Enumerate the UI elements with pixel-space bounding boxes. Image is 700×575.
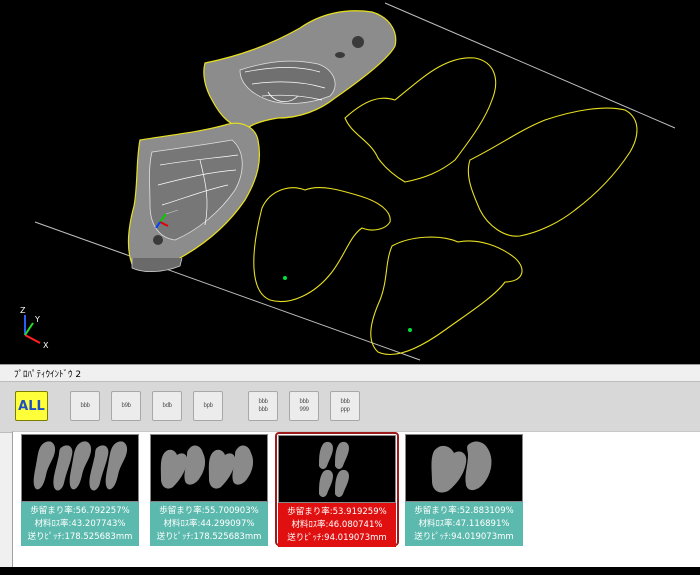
origin-marker [283, 276, 287, 280]
result-info: 歩留まり率:52.883109% 材料ﾛｽ率:47.116891% 送りﾋﾟｯﾁ… [405, 502, 523, 546]
result-card-4[interactable]: 歩留まり率:52.883109% 材料ﾛｽ率:47.116891% 送りﾋﾟｯﾁ… [405, 434, 523, 546]
layout-pattern-4-icon: bpb [203, 402, 213, 409]
3d-cad-viewport[interactable]: Z Y X [0, 0, 700, 364]
yield-rate-text: 歩留まり率:52.883109% [414, 506, 514, 516]
layout-grid-3-icon: bbb ppp [340, 398, 350, 413]
result-card-2[interactable]: 歩留まり率:55.700903% 材料ﾛｽ率:44.299097% 送りﾋﾟｯﾁ… [150, 434, 268, 546]
layout-pattern-2-icon: b9b [121, 402, 131, 409]
layout-pattern-1-icon: bbb [80, 402, 90, 409]
property-window-title: ﾌﾟﾛﾊﾟﾃｨｳｲﾝﾄﾞｳ 2 [14, 370, 82, 380]
result-info: 歩留まり率:55.700903% 材料ﾛｽ率:44.299097% 送りﾋﾟｯﾁ… [150, 502, 268, 546]
feed-pitch-text: 送りﾋﾟｯﾁ:178.525683mm [27, 532, 133, 542]
result-thumbnail [21, 434, 139, 502]
yield-rate-text: 歩留まり率:56.792257% [30, 506, 130, 516]
layout-pattern-3-button[interactable]: bdb [152, 391, 182, 421]
material-loss-text: 材料ﾛｽ率:43.207743% [34, 519, 126, 529]
plane-edge-line [384, 2, 676, 129]
material-loss-text: 材料ﾛｽ率:47.116891% [418, 519, 510, 529]
property-window: ﾌﾟﾛﾊﾟﾃｨｳｲﾝﾄﾞｳ 2 ALL bbb b9b bdb bpb bbb … [0, 364, 700, 575]
plane-edge-line [34, 221, 421, 361]
nesting-results-list: 歩留まり率:56.792257% 材料ﾛｽ率:43.207743% 送りﾋﾟｯﾁ… [12, 431, 700, 568]
origin-marker [408, 328, 412, 332]
layout-grid-2-button[interactable]: bbb 999 [289, 391, 319, 421]
layout-grid-2-icon: bbb 999 [299, 398, 309, 413]
axis-y-label: Y [34, 315, 40, 324]
result-thumbnail [405, 434, 523, 502]
shoe-sole-model-lower[interactable] [127, 122, 261, 272]
result-thumbnail [150, 434, 268, 502]
outline-shape [467, 107, 638, 237]
yield-rate-text: 歩留まり率:55.700903% [159, 506, 259, 516]
outline-shape [344, 57, 497, 183]
axis-x-label: X [43, 341, 49, 350]
layout-pattern-2-button[interactable]: b9b [111, 391, 141, 421]
layout-grid-3-button[interactable]: bbb ppp [330, 391, 360, 421]
coordinate-axis-triad: Z Y X [20, 306, 49, 350]
layout-pattern-3-icon: bdb [162, 402, 172, 409]
feed-pitch-text: 送りﾋﾟｯﾁ:178.525683mm [156, 532, 262, 542]
viewport-canvas[interactable]: Z Y X [0, 0, 700, 364]
result-card-3-selected[interactable]: 歩留まり率:53.919259% 材料ﾛｽ率:46.080741% 送りﾋﾟｯﾁ… [275, 432, 399, 547]
feed-pitch-text: 送りﾋﾟｯﾁ:94.019073mm [414, 532, 514, 542]
property-toolbar: ALL bbb b9b bdb bpb bbb bbb bbb 999 bbb … [0, 381, 700, 433]
result-info: 歩留まり率:53.919259% 材料ﾛｽ率:46.080741% 送りﾋﾟｯﾁ… [278, 503, 396, 547]
feed-pitch-text: 送りﾋﾟｯﾁ:94.019073mm [287, 533, 387, 543]
layout-grid-1-button[interactable]: bbb bbb [248, 391, 278, 421]
layout-pattern-1-button[interactable]: bbb [70, 391, 100, 421]
material-loss-text: 材料ﾛｽ率:46.080741% [291, 520, 383, 530]
result-card-1[interactable]: 歩留まり率:56.792257% 材料ﾛｽ率:43.207743% 送りﾋﾟｯﾁ… [21, 434, 139, 546]
result-thumbnail [278, 435, 396, 503]
layout-grid-1-icon: bbb bbb [258, 398, 268, 413]
result-info: 歩留まり率:56.792257% 材料ﾛｽ率:43.207743% 送りﾋﾟｯﾁ… [21, 502, 139, 546]
all-button[interactable]: ALL [15, 391, 48, 421]
shoe-sole-model-upper[interactable] [203, 10, 397, 129]
layout-pattern-4-button[interactable]: bpb [193, 391, 223, 421]
yield-rate-text: 歩留まり率:53.919259% [287, 507, 387, 517]
outline-shape [253, 187, 391, 302]
outline-shape [370, 236, 523, 356]
axis-z-label: Z [20, 306, 26, 315]
material-loss-text: 材料ﾛｽ率:44.299097% [163, 519, 255, 529]
